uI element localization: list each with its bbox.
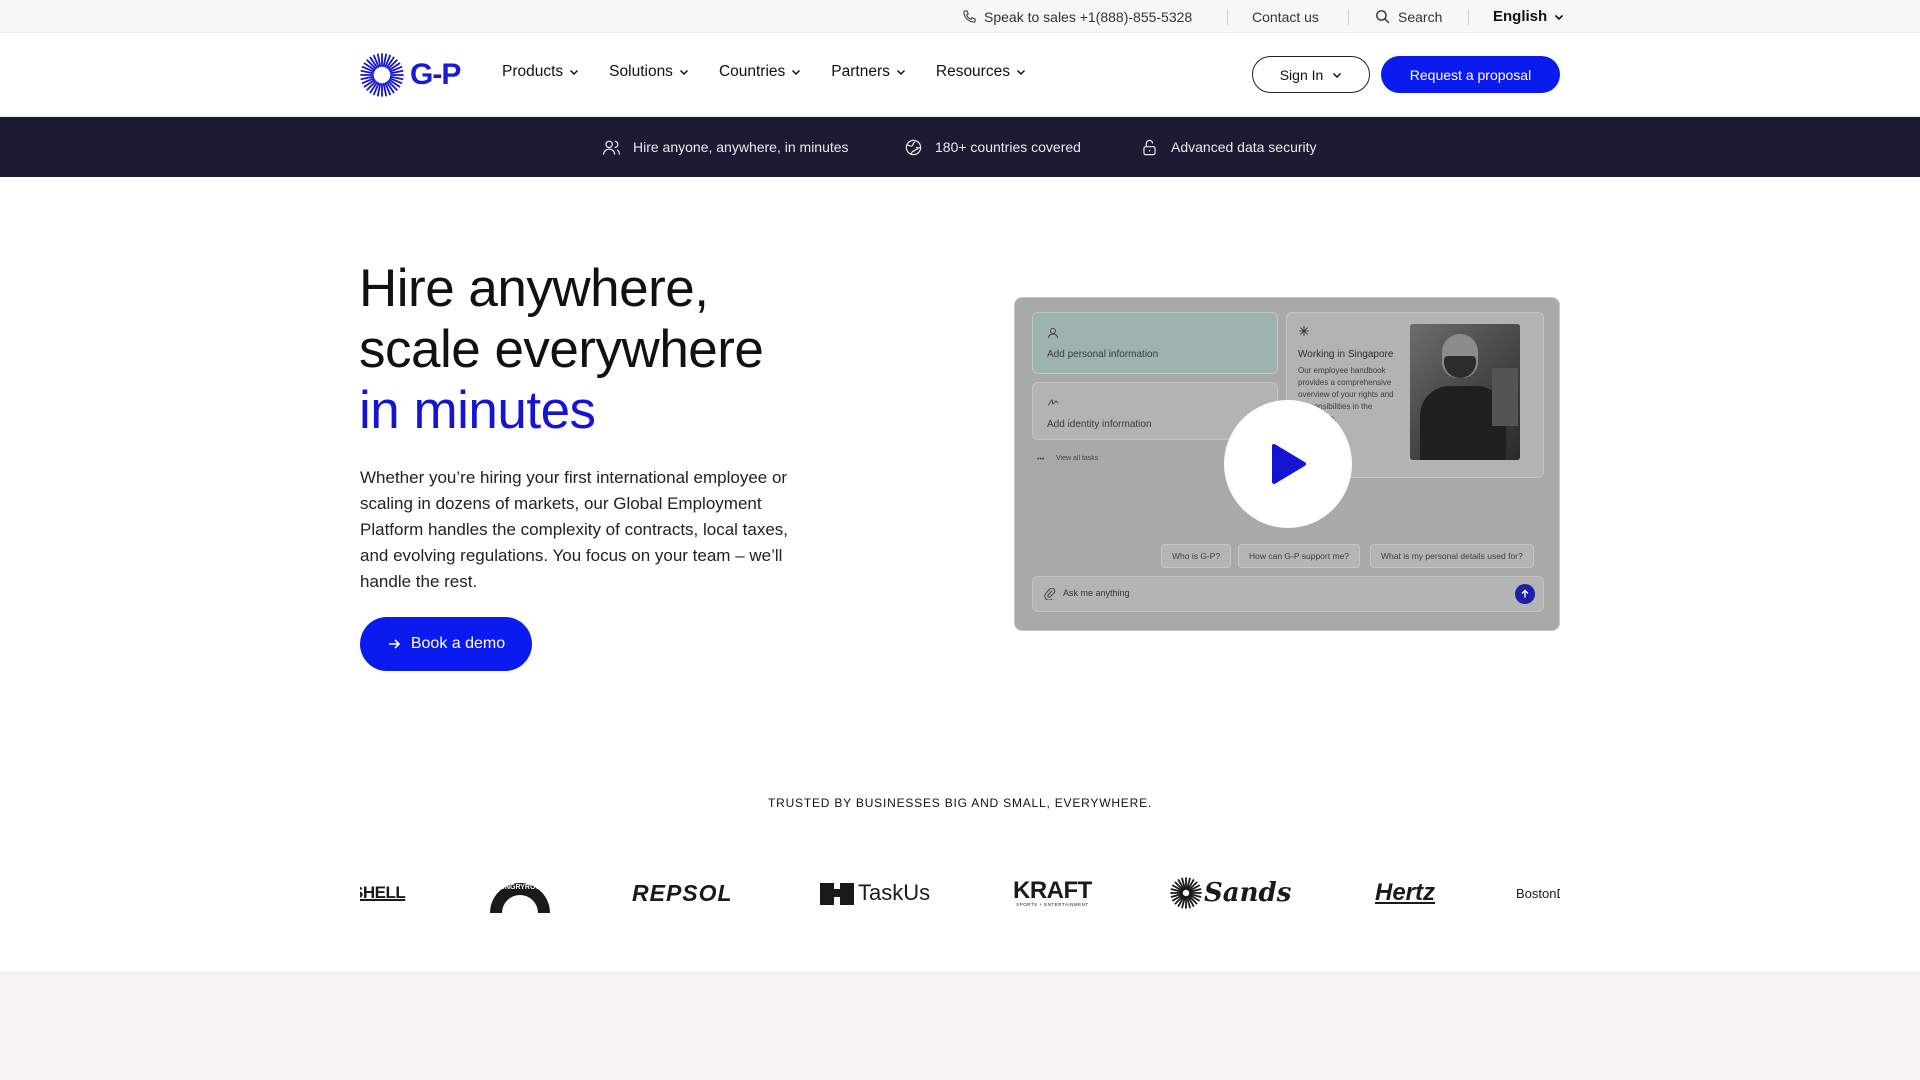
brand-logo: BostonD [1516, 885, 1560, 901]
suggestion-chip: What is my personal details used for? [1370, 544, 1534, 568]
more-icon: ••• [1037, 456, 1045, 463]
brand-name: TaskUs [858, 880, 931, 905]
brand-logo: Hertz [1375, 879, 1436, 906]
language-selector[interactable]: English [1493, 0, 1564, 33]
hero-title-line: Hire anywhere, [359, 259, 709, 318]
lock-icon [1143, 139, 1156, 155]
video-preview[interactable]: Add personal information Add identity in… [1014, 297, 1560, 631]
hero-title-line: scale everywhere [359, 320, 764, 379]
globe-icon [905, 139, 922, 155]
hero-title-accent: in minutes [359, 381, 596, 440]
brand-tagline: SPORTS + ENTERTAINMENT [1016, 901, 1089, 907]
arrow-right-icon [388, 639, 400, 649]
send-button [1515, 584, 1535, 604]
logo-strip: SHELL HUNGRYROOT REPSOL TaskUs KRAFT SPO… [360, 868, 1560, 918]
nav-partners[interactable]: Partners [831, 63, 906, 81]
sparkle-icon [1299, 326, 1309, 336]
signature-icon [1047, 399, 1059, 406]
brand-name: Sands [1204, 878, 1292, 908]
language-label: English [1493, 8, 1548, 25]
hungryroot-logo-icon: HUNGRYROOT [490, 883, 550, 913]
ask-input: Ask me anything [1032, 576, 1544, 612]
starburst-logo-icon [1170, 877, 1202, 909]
play-button[interactable] [1224, 400, 1352, 528]
sales-phone-link[interactable]: Speak to sales +1(888)-855-5328 [962, 0, 1192, 33]
logo[interactable]: G-P [360, 52, 461, 98]
chevron-down-icon [679, 69, 688, 76]
nav-solutions[interactable]: Solutions [609, 63, 689, 81]
brand-logo: SHELL [360, 883, 406, 902]
book-demo-label: Book a demo [410, 635, 506, 652]
brand-name: KRAFT [1013, 876, 1092, 904]
task-card: Add personal information [1032, 312, 1278, 374]
task-label: Add personal information [1047, 349, 1159, 360]
nav-label: Resources [935, 63, 1010, 80]
logo-text: G-P [410, 58, 461, 91]
chevron-down-icon [792, 69, 801, 76]
main-header: G-P Products Solutions Countries Partner… [0, 33, 1920, 117]
search-button[interactable]: Search [1374, 0, 1442, 33]
info-title: Working in Singapore [1298, 349, 1394, 360]
nav-label: Solutions [609, 63, 673, 80]
divider [1227, 9, 1228, 25]
nav-resources[interactable]: Resources [936, 63, 1026, 81]
next-section-band [0, 971, 1920, 1080]
phone-icon [963, 10, 976, 23]
employee-photo [1410, 324, 1520, 460]
chevron-down-icon [1555, 14, 1564, 20]
hero-title: Hire anywhere, scale everywhere in minut… [359, 258, 879, 441]
contact-label: Contact us [1252, 8, 1319, 25]
sign-in-button[interactable]: Sign In [1252, 56, 1370, 93]
contact-link[interactable]: Contact us [1252, 0, 1319, 33]
nav-label: Products [502, 63, 564, 80]
sales-label: Speak to sales +1(888)-855-5328 [984, 8, 1193, 25]
feature-label: Hire anyone, anywhere, in minutes [633, 139, 849, 155]
chevron-down-icon [570, 69, 579, 76]
nav-label: Countries [718, 63, 786, 80]
suggestion-chip: Who is G-P? [1161, 544, 1232, 568]
suggestion-chip: How can G-P support me? [1238, 544, 1360, 568]
brand-logo: TaskUs [820, 868, 930, 918]
features-bar: Hire anyone, anywhere, in minutes 180+ c… [0, 117, 1920, 177]
play-icon [1272, 444, 1306, 484]
paperclip-icon [1044, 588, 1056, 600]
feature-countries: 180+ countries covered [904, 117, 1081, 177]
brand-logo: HUNGRYROOT [488, 868, 552, 918]
sunburst-logo-icon [360, 53, 404, 97]
svg-text:HUNGRYROOT: HUNGRYROOT [495, 884, 546, 891]
chevron-down-icon [1016, 69, 1025, 76]
hero-description: Whether you’re hiring your first interna… [360, 468, 789, 591]
search-label: Search [1398, 8, 1443, 25]
ask-placeholder: Ask me anything [1063, 588, 1130, 598]
person-icon [1048, 328, 1058, 339]
divider [1468, 9, 1469, 25]
request-proposal-button[interactable]: Request a proposal [1381, 56, 1560, 93]
book-demo-button[interactable]: Book a demo [360, 617, 532, 671]
nav-products[interactable]: Products [502, 63, 579, 81]
feature-hire: Hire anyone, anywhere, in minutes [602, 117, 849, 177]
brand-logo: REPSOL [632, 879, 733, 906]
view-all-tasks-link: View all tasks [1056, 455, 1099, 462]
arrow-up-icon [1521, 589, 1529, 598]
feature-security: Advanced data security [1140, 117, 1317, 177]
feature-label: 180+ countries covered [935, 139, 1081, 155]
chevron-down-icon [1333, 72, 1342, 78]
people-icon [602, 140, 621, 155]
search-icon [1376, 10, 1390, 24]
task-label: Add identity information [1047, 419, 1152, 430]
utility-bar: Speak to sales +1(888)-855-5328 Contact … [0, 0, 1920, 33]
divider [1348, 9, 1349, 25]
main-nav: Products Solutions Countries Partners Re… [502, 33, 1026, 111]
trusted-heading: TRUSTED BY BUSINESSES BIG AND SMALL, EVE… [767, 796, 1153, 810]
sign-in-label: Sign In [1279, 66, 1324, 83]
brand-logo: KRAFT SPORTS + ENTERTAINMENT [1013, 868, 1092, 918]
nav-label: Partners [831, 63, 890, 80]
nav-countries[interactable]: Countries [719, 63, 801, 81]
chevron-down-icon [896, 69, 905, 76]
brand-logo: Sands [1170, 868, 1291, 918]
feature-label: Advanced data security [1171, 139, 1317, 155]
taskus-logo-icon [820, 883, 854, 905]
